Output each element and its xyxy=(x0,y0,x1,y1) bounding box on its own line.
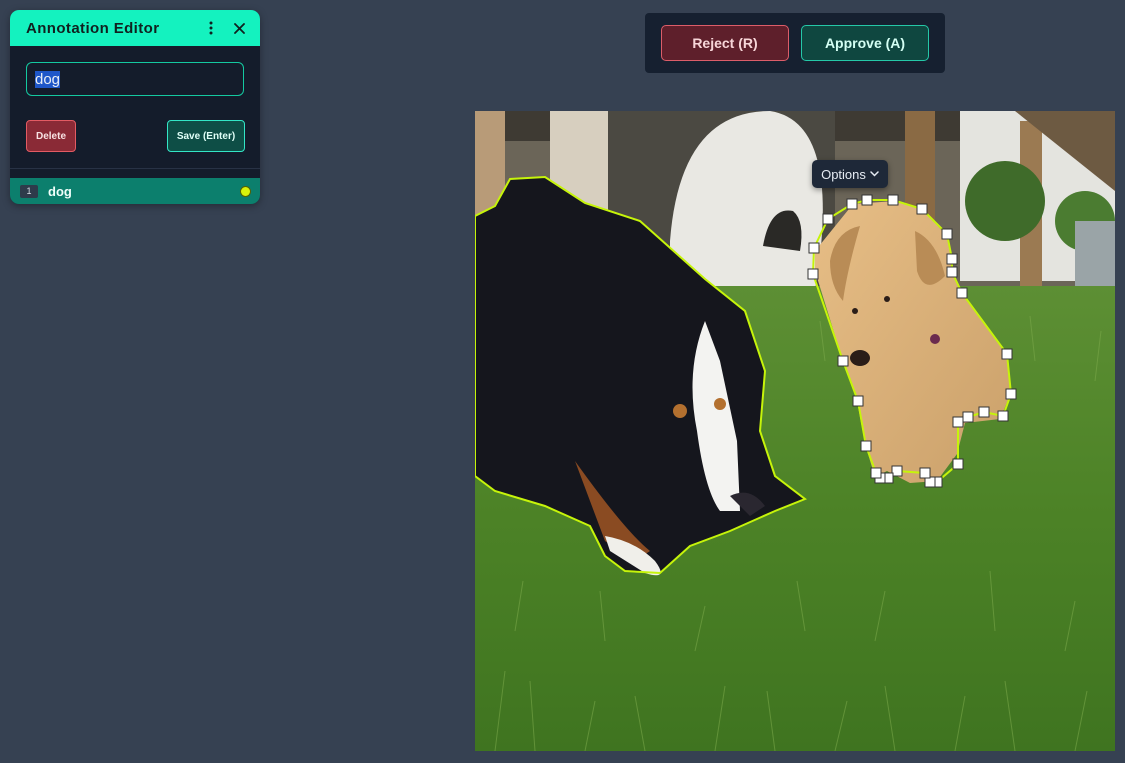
save-button[interactable]: Save (Enter) xyxy=(167,120,245,152)
annotation-label: dog xyxy=(48,183,72,199)
annotation-overlay[interactable] xyxy=(475,111,1115,751)
annotation-index: 1 xyxy=(20,184,38,198)
polygon-puppy[interactable] xyxy=(811,199,1013,483)
vertex-handle[interactable] xyxy=(870,467,882,479)
vertex-handle[interactable] xyxy=(807,268,819,280)
vertex-handle[interactable] xyxy=(1001,348,1013,360)
vertex-handle[interactable] xyxy=(860,440,872,452)
vertex-handle[interactable] xyxy=(946,253,958,265)
approve-button[interactable]: Approve (A) xyxy=(801,25,929,61)
vertex-handle[interactable] xyxy=(1005,388,1017,400)
vertex-handle[interactable] xyxy=(952,416,964,428)
vertex-handle[interactable] xyxy=(952,458,964,470)
options-label: Options xyxy=(821,166,866,182)
vertex-handle[interactable] xyxy=(919,467,931,479)
close-icon[interactable] xyxy=(228,17,250,39)
kebab-menu-icon[interactable] xyxy=(200,17,222,39)
options-button[interactable]: Options xyxy=(812,160,888,188)
vertex-handle[interactable] xyxy=(916,203,928,215)
vertex-handles[interactable] xyxy=(807,194,1017,488)
delete-button[interactable]: Delete xyxy=(26,120,76,152)
vertex-handle[interactable] xyxy=(978,406,990,418)
divider xyxy=(10,168,260,169)
vertex-handle[interactable] xyxy=(956,287,968,299)
review-toolbar: Reject (R) Approve (A) xyxy=(645,13,945,73)
vertex-handle[interactable] xyxy=(887,194,899,206)
vertex-handle[interactable] xyxy=(822,213,834,225)
chevron-down-icon xyxy=(870,171,879,177)
image-canvas[interactable] xyxy=(475,111,1115,751)
vertex-handle[interactable] xyxy=(808,242,820,254)
vertex-handle[interactable] xyxy=(837,355,849,367)
annotation-editor-panel: Annotation Editor Delete Save (Enter) 1 … xyxy=(10,10,260,204)
editor-header: Annotation Editor xyxy=(10,10,260,46)
label-input[interactable] xyxy=(26,62,244,96)
vertex-handle[interactable] xyxy=(852,395,864,407)
vertex-handle[interactable] xyxy=(962,411,974,423)
vertex-handle[interactable] xyxy=(946,266,958,278)
vertex-handle[interactable] xyxy=(941,228,953,240)
reject-button[interactable]: Reject (R) xyxy=(661,25,789,61)
vertex-handle[interactable] xyxy=(997,410,1009,422)
annotation-color-dot xyxy=(241,186,250,196)
vertex-handle[interactable] xyxy=(846,198,858,210)
polygon-large-dog[interactable] xyxy=(475,175,808,575)
vertex-handle[interactable] xyxy=(861,194,873,206)
editor-title: Annotation Editor xyxy=(26,19,160,37)
annotation-list-item[interactable]: 1 dog xyxy=(10,178,260,204)
